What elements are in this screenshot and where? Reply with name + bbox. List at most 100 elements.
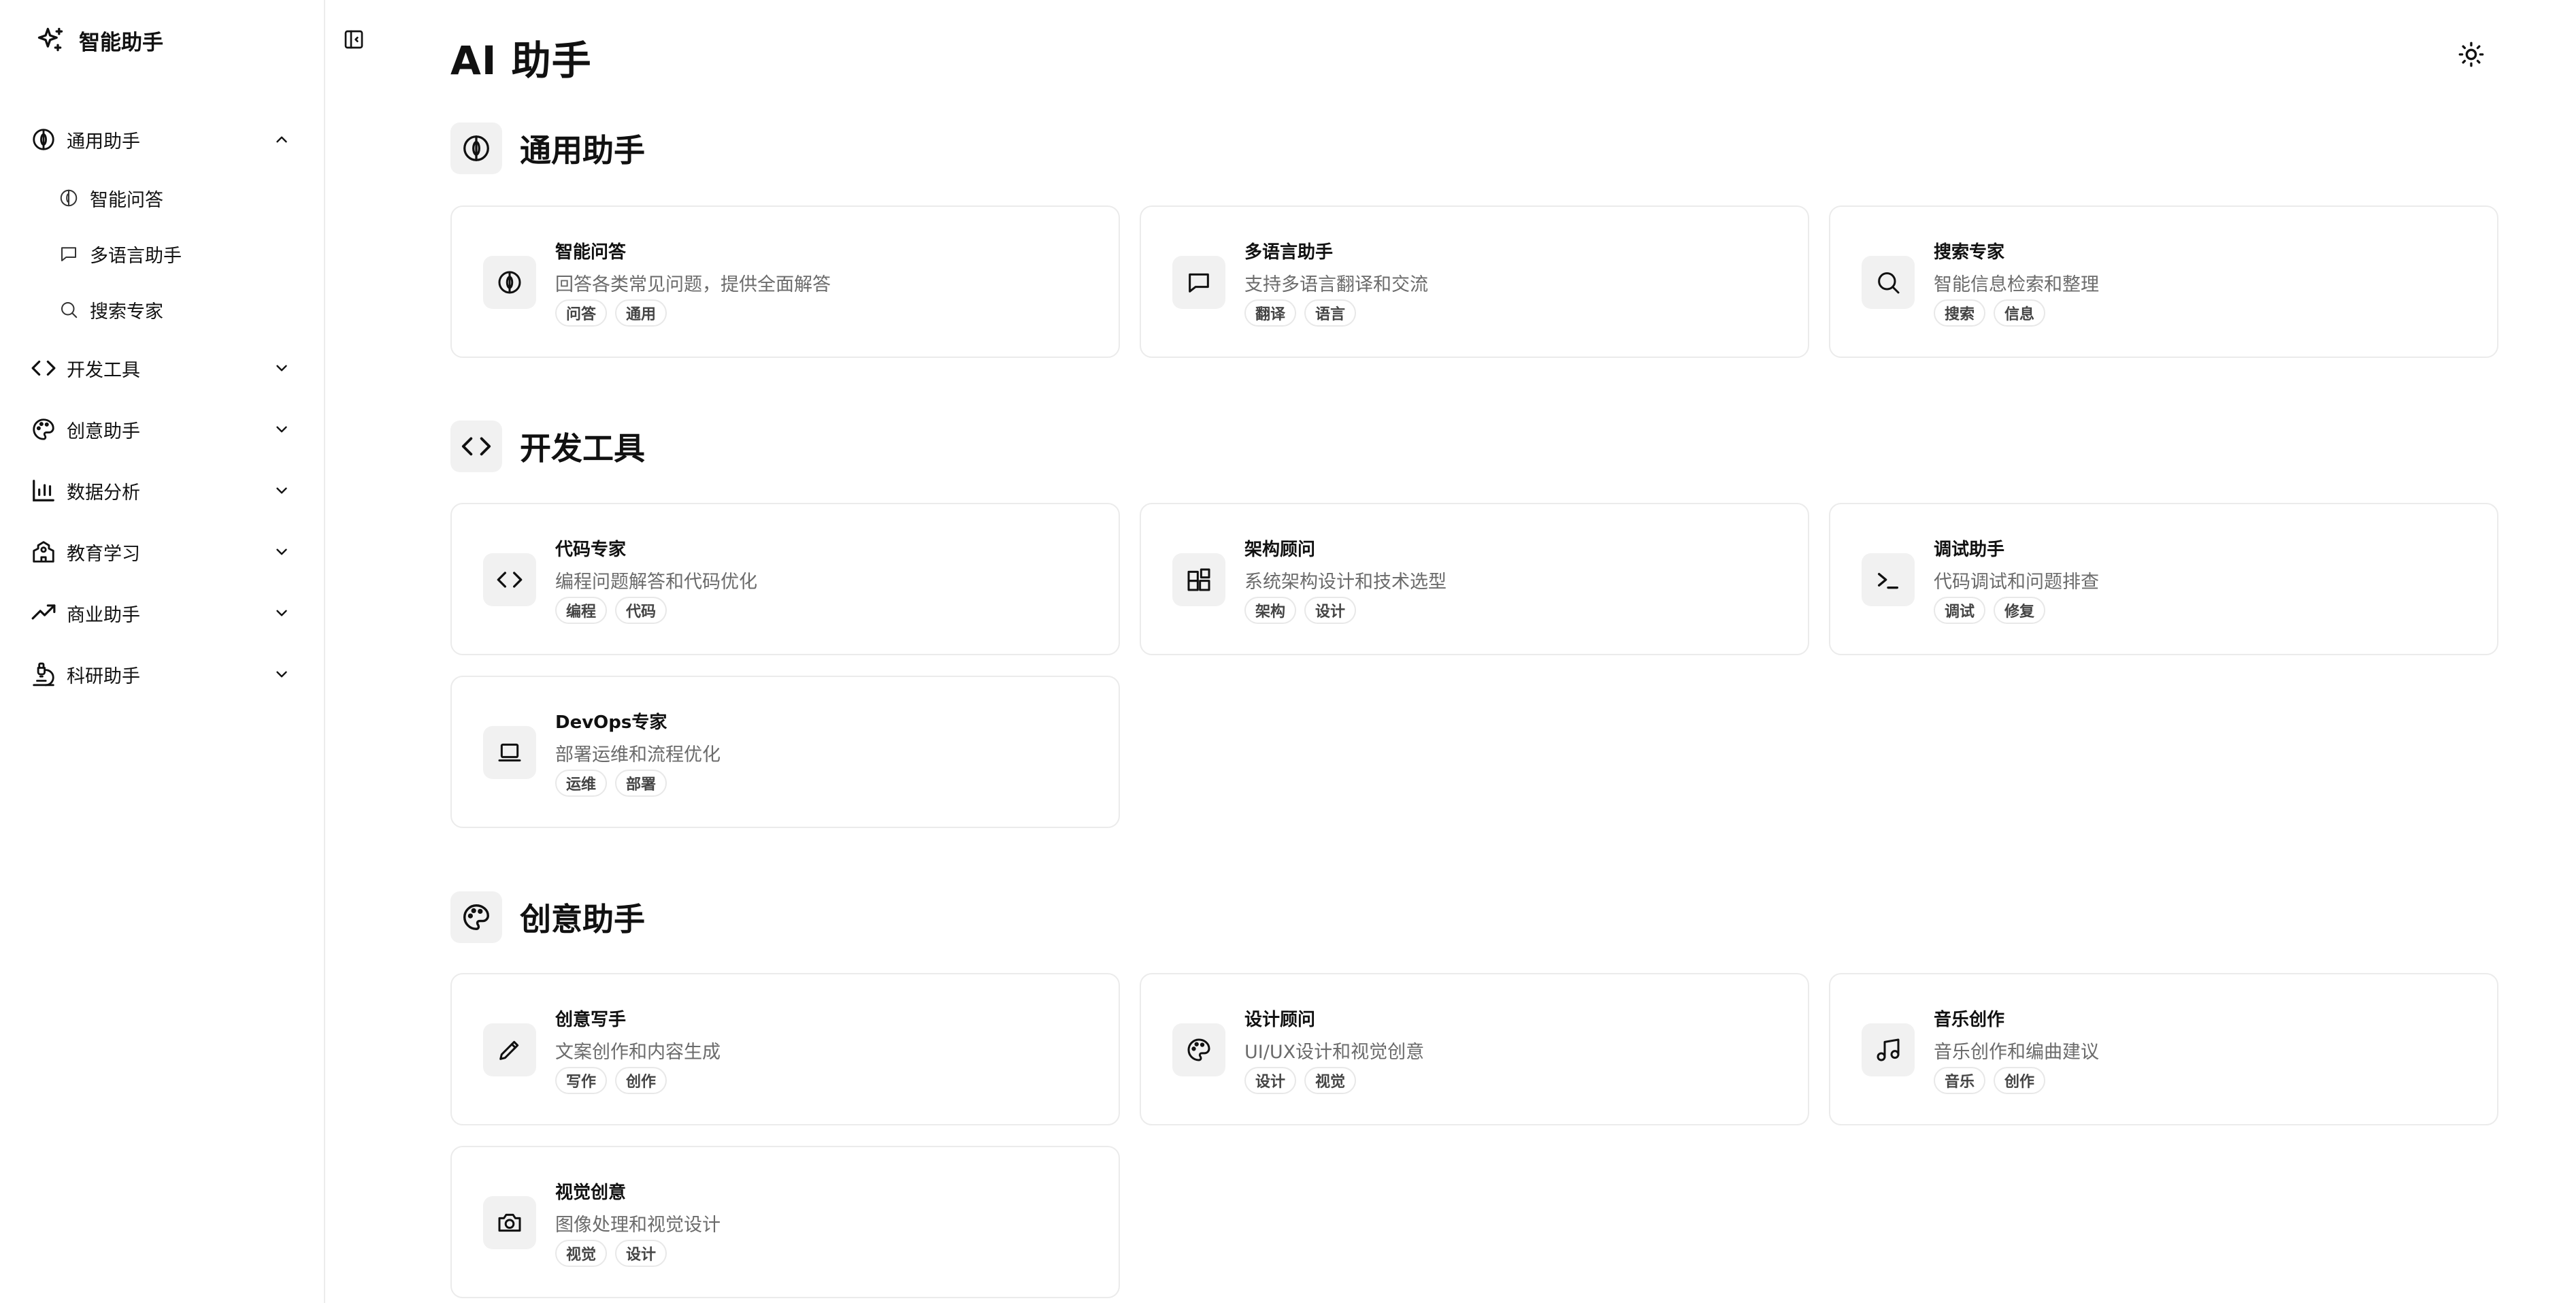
- tag: 设计: [615, 1240, 667, 1267]
- card-description: UI/UX设计和视觉创意: [1244, 1042, 1425, 1063]
- sidebar-item-label: 科研助手: [67, 665, 140, 687]
- card-description: 代码调试和问题排查: [1934, 572, 2099, 593]
- laptop-icon: [483, 726, 536, 779]
- tag: 编程: [555, 597, 608, 624]
- chevron-up-icon: [271, 129, 293, 150]
- tag: 视觉: [1304, 1067, 1357, 1094]
- tag: 创作: [615, 1067, 667, 1094]
- brain-icon: [57, 186, 80, 210]
- assistant-card-architecture[interactable]: 架构顾问 系统架构设计和技术选型 架构 设计: [1140, 503, 1809, 655]
- card-tags: 搜索 信息: [1934, 299, 2046, 327]
- message-icon: [1172, 256, 1225, 309]
- sidebar-item-business[interactable]: 商业助手: [24, 582, 303, 644]
- section-header-devtools: 开发工具: [450, 420, 645, 472]
- sidebar: 智能助手 通用助手 智能问答 多语言助手 搜索专家 开发工具 创意助手 数据分析…: [0, 0, 325, 1303]
- section-header-creative: 创意助手: [450, 891, 645, 943]
- card-tags: 编程 代码: [555, 597, 667, 624]
- sidebar-subitem-search[interactable]: 搜索专家: [24, 282, 303, 337]
- card-title: 架构顾问: [1244, 540, 1316, 560]
- tag: 写作: [555, 1067, 608, 1094]
- card-description: 智能信息检索和整理: [1934, 274, 2099, 295]
- section-header-general: 通用助手: [450, 122, 645, 174]
- assistant-card-writer[interactable]: 创意写手 文案创作和内容生成 写作 创作: [450, 973, 1120, 1125]
- palette-icon: [30, 416, 57, 443]
- chevron-down-icon: [271, 418, 293, 440]
- card-description: 文案创作和内容生成: [555, 1042, 721, 1063]
- code-icon: [30, 354, 57, 382]
- section-title: 开发工具: [520, 430, 645, 467]
- chevron-down-icon: [271, 480, 293, 501]
- blocks-icon: [1172, 553, 1225, 606]
- tag: 运维: [555, 770, 608, 797]
- sidebar-item-education[interactable]: 教育学习: [24, 521, 303, 582]
- assistant-card-search[interactable]: 搜索专家 智能信息检索和整理 搜索 信息: [1829, 205, 2498, 358]
- card-tags: 架构 设计: [1244, 597, 1357, 624]
- card-description: 回答各类常见问题，提供全面解答: [555, 274, 831, 295]
- sidebar-item-label: 创意助手: [67, 420, 140, 442]
- tag: 通用: [615, 299, 667, 327]
- chevron-down-icon: [271, 541, 293, 563]
- sidebar-item-label: 商业助手: [67, 604, 140, 626]
- brain-icon: [483, 256, 536, 309]
- tag: 翻译: [1244, 299, 1297, 327]
- sidebar-item-research[interactable]: 科研助手: [24, 644, 303, 705]
- pencil-icon: [483, 1023, 536, 1076]
- assistant-card-debug[interactable]: 调试助手 代码调试和问题排查 调试 修复: [1829, 503, 2498, 655]
- card-description: 图像处理和视觉设计: [555, 1215, 721, 1236]
- card-tags: 音乐 创作: [1934, 1067, 2046, 1094]
- sidebar-item-label: 数据分析: [67, 482, 140, 504]
- card-description: 系统架构设计和技术选型: [1244, 572, 1447, 593]
- tag: 视觉: [555, 1240, 608, 1267]
- sidebar-item-data[interactable]: 数据分析: [24, 460, 303, 521]
- tag: 信息: [1994, 299, 2046, 327]
- brain-icon: [450, 122, 502, 174]
- nav-group-general: 通用助手 智能问答 多语言助手 搜索专家: [24, 109, 303, 337]
- sidebar-subitem-multilang[interactable]: 多语言助手: [24, 226, 303, 282]
- assistant-card-design[interactable]: 设计顾问 UI/UX设计和视觉创意 设计 视觉: [1140, 973, 1809, 1125]
- tag: 搜索: [1934, 299, 1986, 327]
- school-icon: [30, 538, 57, 565]
- tag: 问答: [555, 299, 608, 327]
- tag: 音乐: [1934, 1067, 1986, 1094]
- sidebar-item-label: 教育学习: [67, 543, 140, 565]
- sidebar-item-creative[interactable]: 创意助手: [24, 399, 303, 460]
- sun-icon: [2458, 41, 2485, 71]
- card-tags: 调试 修复: [1934, 597, 2046, 624]
- assistant-card-multilang[interactable]: 多语言助手 支持多语言翻译和交流 翻译 语言: [1140, 205, 1809, 358]
- sidebar-item-devtools[interactable]: 开发工具: [24, 337, 303, 399]
- sidebar-subitem-label: 多语言助手: [90, 245, 182, 267]
- card-title: 代码专家: [555, 540, 627, 560]
- card-description: 部署运维和流程优化: [555, 744, 721, 765]
- tag: 架构: [1244, 597, 1297, 624]
- card-tags: 设计 视觉: [1244, 1067, 1357, 1094]
- microscope-icon: [30, 661, 57, 688]
- brand-name: 智能助手: [79, 30, 163, 55]
- sidebar-nav: 通用助手 智能问答 多语言助手 搜索专家 开发工具 创意助手 数据分析 教育学习…: [24, 109, 303, 705]
- card-title: 多语言助手: [1244, 242, 1334, 263]
- brand[interactable]: 智能助手: [35, 23, 163, 57]
- assistant-card-qa[interactable]: 智能问答 回答各类常见问题，提供全面解答 问答 通用: [450, 205, 1120, 358]
- theme-toggle-button[interactable]: [2455, 39, 2488, 72]
- tag: 部署: [615, 770, 667, 797]
- sidebar-subitem-qa[interactable]: 智能问答: [24, 170, 303, 226]
- assistant-card-visual[interactable]: 视觉创意 图像处理和视觉设计 视觉 设计: [450, 1146, 1120, 1298]
- card-title: 智能问答: [555, 242, 627, 263]
- assistant-card-devops[interactable]: DevOps专家 部署运维和流程优化 运维 部署: [450, 676, 1120, 828]
- sparkles-icon: [35, 25, 65, 55]
- card-tags: 问答 通用: [555, 299, 667, 327]
- card-title: 搜索专家: [1934, 242, 2005, 263]
- card-title: 调试助手: [1934, 540, 2005, 560]
- terminal-icon: [1862, 553, 1915, 606]
- chevron-down-icon: [271, 663, 293, 685]
- sidebar-item-general[interactable]: 通用助手: [24, 109, 303, 170]
- card-tags: 翻译 语言: [1244, 299, 1357, 327]
- camera-icon: [483, 1196, 536, 1249]
- main-content: AI 助手 通用助手 智能问答 回答各类常见问题，提供全面解答 问答 通用 多语…: [325, 0, 2576, 1303]
- assistant-card-music[interactable]: 音乐创作 音乐创作和编曲建议 音乐 创作: [1829, 973, 2498, 1125]
- trending-up-icon: [30, 599, 57, 627]
- message-icon: [57, 242, 80, 265]
- card-tags: 运维 部署: [555, 770, 667, 797]
- tag: 创作: [1994, 1067, 2046, 1094]
- search-icon: [57, 298, 80, 321]
- assistant-card-code[interactable]: 代码专家 编程问题解答和代码优化 编程 代码: [450, 503, 1120, 655]
